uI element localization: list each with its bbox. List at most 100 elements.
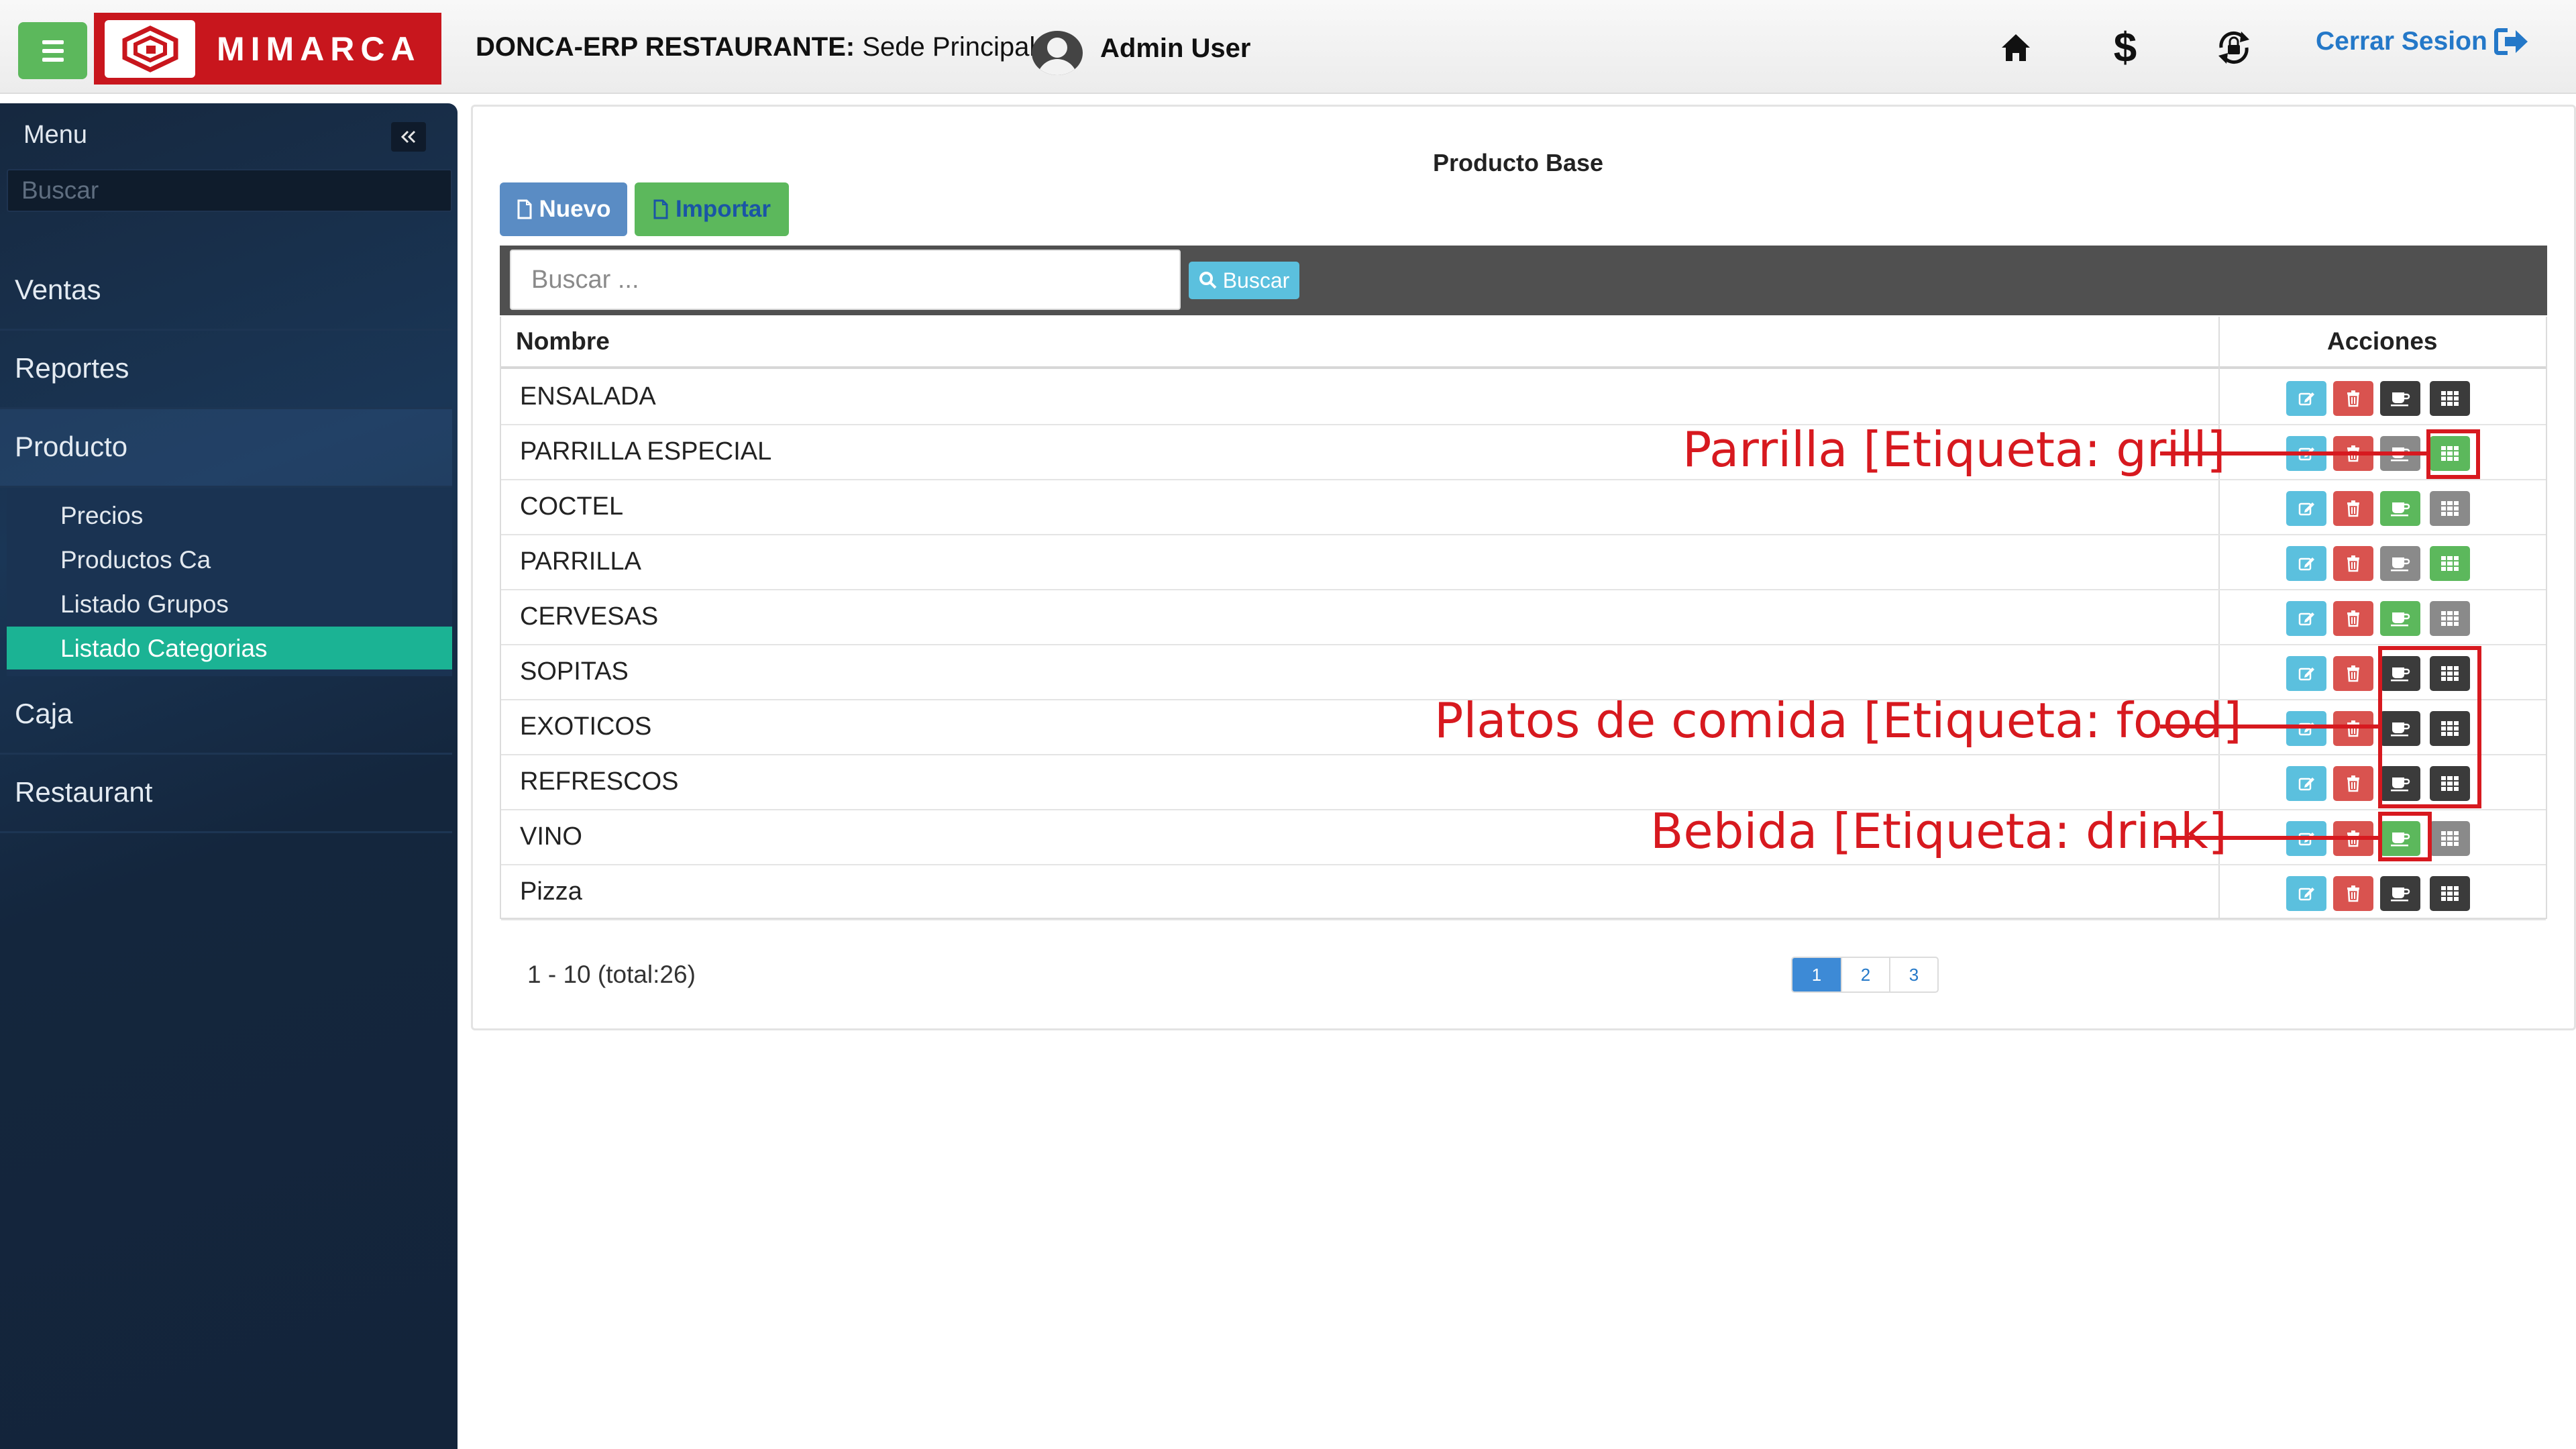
row-name: PARRILLA ESPECIAL bbox=[520, 437, 772, 466]
edit-icon bbox=[2298, 777, 2314, 791]
delete-button[interactable] bbox=[2333, 546, 2373, 581]
row-name: COCTEL bbox=[520, 492, 624, 521]
table-row: COCTEL bbox=[501, 480, 2546, 535]
edit-button[interactable] bbox=[2286, 546, 2326, 581]
edit-button[interactable] bbox=[2286, 656, 2326, 691]
sign-out-icon bbox=[2493, 28, 2528, 55]
lock-refresh-icon bbox=[2218, 31, 2249, 64]
import-button[interactable]: Importar bbox=[635, 182, 789, 236]
grill-tag-button[interactable] bbox=[2430, 821, 2470, 856]
trash-icon bbox=[2347, 500, 2359, 517]
table-header: Nombre Acciones bbox=[501, 317, 2546, 369]
new-button[interactable]: Nuevo bbox=[500, 182, 627, 236]
pagination: 1 2 3 bbox=[1791, 957, 1939, 993]
submenu-item-productos-ca[interactable]: Productos Ca bbox=[7, 538, 452, 581]
table-row: REFRESCOS bbox=[501, 755, 2546, 810]
page-2-button[interactable]: 2 bbox=[1841, 958, 1889, 991]
drink-tag-button[interactable] bbox=[2380, 491, 2420, 526]
logout-label: Cerrar Sesion bbox=[2316, 27, 2487, 56]
drink-tag-button[interactable] bbox=[2380, 381, 2420, 416]
edit-button[interactable] bbox=[2286, 491, 2326, 526]
grill-tag-button[interactable] bbox=[2430, 491, 2470, 526]
row-name: SOPITAS bbox=[520, 657, 629, 686]
annotation-drink-pointer bbox=[2160, 836, 2381, 840]
sidebar-item-restaurant[interactable]: Restaurant bbox=[0, 755, 452, 833]
search-button[interactable]: Buscar bbox=[1189, 262, 1299, 299]
collapse-sidebar-button[interactable] bbox=[391, 122, 426, 152]
table-row: Pizza bbox=[501, 865, 2546, 920]
row-name: REFRESCOS bbox=[520, 767, 679, 796]
app-name: DONCA-ERP RESTAURANTE: bbox=[476, 32, 855, 62]
logout-link[interactable]: Cerrar Sesion bbox=[2316, 27, 2529, 56]
import-button-label: Importar bbox=[676, 196, 771, 222]
delete-button[interactable] bbox=[2333, 656, 2373, 691]
home-button[interactable] bbox=[1989, 24, 2043, 71]
file-icon bbox=[517, 199, 532, 219]
pagination-info: 1 - 10 (total:26) bbox=[527, 961, 696, 988]
submenu-item-precios[interactable]: Precios bbox=[7, 494, 452, 537]
new-button-label: Nuevo bbox=[539, 196, 611, 222]
column-header-nombre: Nombre bbox=[516, 327, 610, 355]
sidebar-item-reportes[interactable]: Reportes bbox=[0, 331, 452, 409]
drink-tag-button[interactable] bbox=[2380, 601, 2420, 636]
double-chevron-left-icon bbox=[400, 130, 416, 144]
grill-tag-button[interactable] bbox=[2430, 381, 2470, 416]
grill-tag-button[interactable] bbox=[2430, 546, 2470, 581]
brand-logo[interactable]: MIMARCA bbox=[94, 13, 441, 85]
submenu-item-listado-categorias[interactable]: Listado Categorias bbox=[7, 627, 452, 669]
delete-button[interactable] bbox=[2333, 601, 2373, 636]
submenu-item-label: Precios bbox=[60, 502, 144, 529]
row-name: Pizza bbox=[520, 877, 582, 906]
search-icon bbox=[1199, 272, 1217, 289]
sidebar-item-producto[interactable]: Producto bbox=[0, 409, 452, 488]
drink-tag-button[interactable] bbox=[2380, 546, 2420, 581]
sidebar-search-input[interactable] bbox=[7, 169, 452, 212]
annotation-drink: Bebida [Etiqueta: drink] bbox=[1650, 803, 2227, 859]
coffee-cup-icon bbox=[2391, 612, 2410, 627]
edit-button[interactable] bbox=[2286, 601, 2326, 636]
edit-button[interactable] bbox=[2286, 876, 2326, 911]
drink-tag-button[interactable] bbox=[2380, 876, 2420, 911]
coffee-cup-icon bbox=[2391, 392, 2410, 407]
delete-button[interactable] bbox=[2333, 381, 2373, 416]
edit-button[interactable] bbox=[2286, 381, 2326, 416]
grill-tag-button[interactable] bbox=[2430, 876, 2470, 911]
submenu-item-listado-grupos[interactable]: Listado Grupos bbox=[7, 582, 452, 625]
grid-icon bbox=[2441, 556, 2459, 571]
edit-icon bbox=[2298, 888, 2314, 901]
home-icon bbox=[2002, 34, 2030, 61]
trash-icon bbox=[2347, 390, 2359, 407]
submenu-item-label: Listado Grupos bbox=[60, 590, 229, 618]
edit-icon bbox=[2298, 502, 2314, 516]
edit-button[interactable] bbox=[2286, 711, 2326, 746]
delete-button[interactable] bbox=[2333, 876, 2373, 911]
grid-icon bbox=[2441, 831, 2459, 846]
delete-button[interactable] bbox=[2333, 766, 2373, 801]
user-avatar[interactable] bbox=[1032, 31, 1083, 75]
grill-tag-button[interactable] bbox=[2430, 601, 2470, 636]
sidebar-item-caja[interactable]: Caja bbox=[0, 676, 452, 755]
branch-location: Sede Principal | bbox=[855, 32, 1050, 62]
delete-button[interactable] bbox=[2333, 711, 2373, 746]
cash-button[interactable]: $ bbox=[2098, 24, 2152, 71]
grid-icon bbox=[2441, 886, 2459, 901]
logo-mark-icon bbox=[105, 19, 195, 78]
grid-icon bbox=[2441, 501, 2459, 516]
trash-icon bbox=[2347, 775, 2359, 792]
edit-button[interactable] bbox=[2286, 766, 2326, 801]
page-1-button[interactable]: 1 bbox=[1792, 958, 1841, 991]
lock-refresh-button[interactable] bbox=[2207, 24, 2261, 71]
edit-icon bbox=[2298, 392, 2314, 406]
menu-toggle-button[interactable] bbox=[18, 22, 87, 79]
sidebar-item-label: Caja bbox=[15, 698, 73, 729]
annotation-grill-box bbox=[2426, 429, 2480, 479]
page-3-button[interactable]: 3 bbox=[1889, 958, 1937, 991]
grid-icon bbox=[2441, 391, 2459, 406]
search-input[interactable] bbox=[510, 250, 1181, 310]
annotation-grill: Parrilla [Etiqueta: grill] bbox=[1682, 421, 2226, 478]
annotation-food-box bbox=[2378, 646, 2481, 808]
table-row: ENSALADA bbox=[501, 370, 2546, 425]
submenu-item-label: Productos Ca bbox=[60, 546, 211, 574]
delete-button[interactable] bbox=[2333, 491, 2373, 526]
sidebar-item-ventas[interactable]: Ventas bbox=[0, 252, 452, 331]
